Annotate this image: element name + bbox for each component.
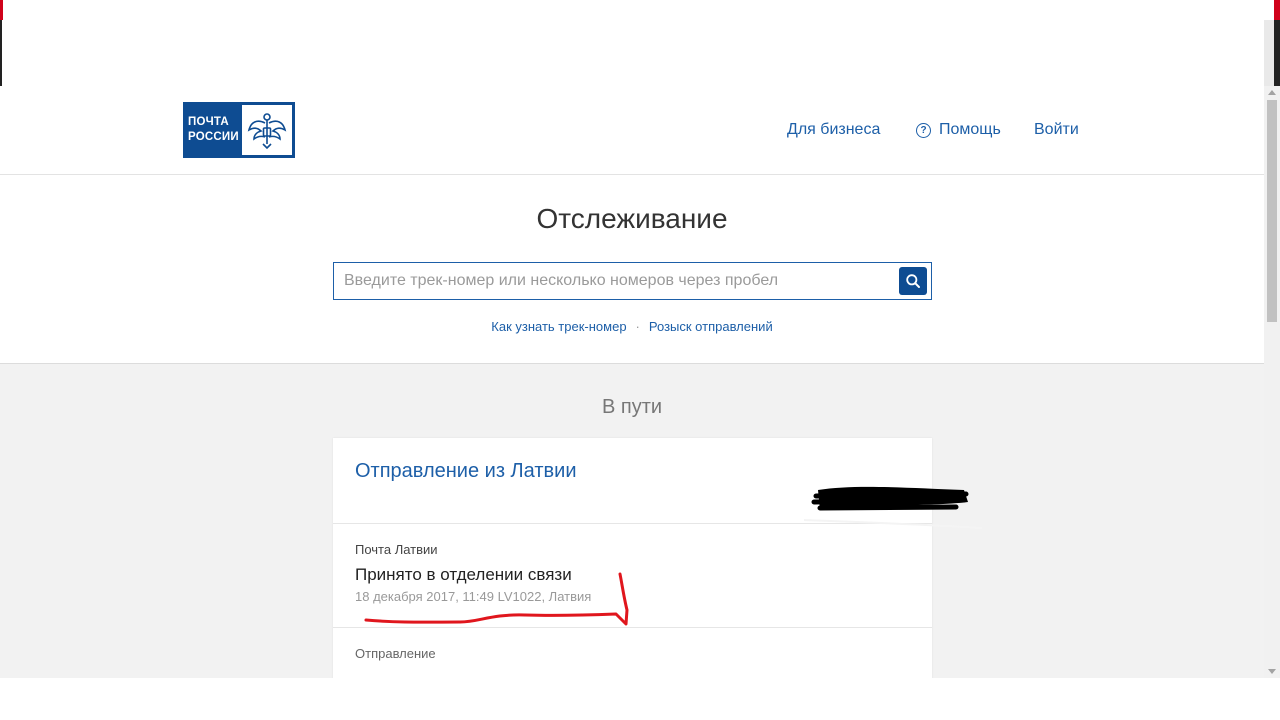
shipment-title-link[interactable]: Отправление из Латвии	[355, 460, 576, 483]
logo-line-1: ПОЧТА	[188, 116, 229, 128]
how-to-find-track-link[interactable]: Как узнать трек-номер	[491, 319, 626, 334]
search-button[interactable]	[899, 267, 927, 295]
links-separator: ·	[635, 319, 640, 334]
nav-business: Для бизнеса	[787, 86, 880, 174]
nav-login: Войти	[1034, 86, 1079, 174]
search-icon	[906, 274, 920, 288]
tracking-search-box	[333, 262, 932, 300]
help-link[interactable]: ? Помощь	[916, 121, 1001, 139]
shipment-section-label: Отправление	[355, 646, 436, 661]
bottom-strip	[0, 678, 1280, 720]
redaction-scribble	[803, 486, 983, 529]
window-edge-gray	[1264, 20, 1274, 86]
window-edge-left-accent	[0, 0, 3, 20]
operator-name: Почта Латвии	[355, 542, 438, 557]
scroll-down-icon[interactable]	[1268, 669, 1276, 674]
login-link[interactable]: Войти	[1034, 121, 1079, 139]
help-circle-icon: ?	[916, 122, 931, 138]
red-underline-annotation	[364, 572, 629, 626]
shipment-card: Отправление из Латвии Почта Латвии Приня…	[333, 438, 932, 678]
nav-help: ? Помощь	[916, 86, 1001, 174]
browser-top-strip	[0, 0, 1280, 86]
window-edge-right-accent	[1274, 0, 1280, 20]
scroll-up-icon[interactable]	[1268, 90, 1276, 95]
tracking-search-section: Отслеживание Как узнать трек-номер · Розыс…	[0, 175, 1264, 364]
page-scrollbar[interactable]	[1264, 86, 1280, 678]
eagle-icon	[242, 105, 292, 155]
track-number-input[interactable]	[334, 263, 894, 299]
pochta-rossii-logo[interactable]: ПОЧТА РОССИИ	[183, 102, 295, 158]
scroll-thumb[interactable]	[1267, 100, 1277, 322]
site-header: ПОЧТА РОССИИ Для бизнеса ? Помощь Войти	[0, 86, 1264, 175]
logo-text: ПОЧТА РОССИИ	[183, 102, 239, 158]
help-link-label: Помощь	[939, 121, 1001, 138]
logo-line-2: РОССИИ	[188, 131, 239, 143]
help-links: Как узнать трек-номер · Розыск отправлений	[0, 319, 1264, 334]
logo-emblem	[239, 102, 295, 158]
shipment-status-title: В пути	[601, 396, 663, 418]
page-title: Отслеживание	[536, 203, 728, 234]
business-link[interactable]: Для бизнеса	[787, 121, 880, 139]
search-shipments-link[interactable]: Розыск отправлений	[649, 319, 773, 334]
